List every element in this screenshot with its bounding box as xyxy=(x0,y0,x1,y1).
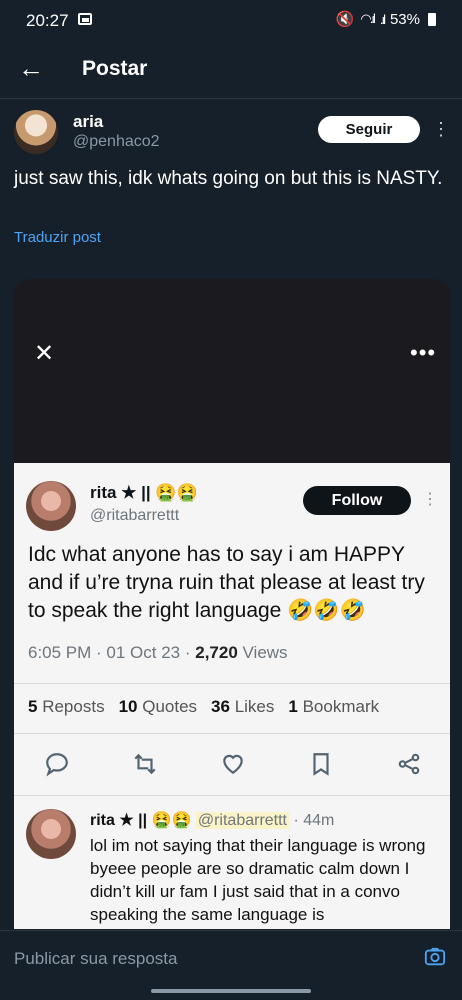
gesture-bar xyxy=(151,989,311,993)
embedded-action-row xyxy=(44,751,422,777)
system-icons: 🔇 ◠.ıl .ıl 53% xyxy=(336,10,436,28)
status-bar: 20:27 🔇 ◠.ıl .ıl 53% xyxy=(0,0,462,44)
reply-input[interactable]: Publicar sua resposta xyxy=(14,949,177,969)
stat-reposts: 5 Reposts xyxy=(28,697,105,716)
reply-icon xyxy=(44,751,70,777)
close-icon[interactable]: ✕ xyxy=(34,342,54,366)
battery-text: 53% xyxy=(389,10,420,28)
wifi-icon: ◠.ıl xyxy=(360,11,376,26)
embedded-tweet-text: Idc what anyone has to say i am HAPPY an… xyxy=(28,543,425,622)
post-text: just saw this, idk whats going on but th… xyxy=(14,168,443,189)
stat-bookmarks: 1 Bookmark xyxy=(288,697,380,716)
stat-quotes: 10 Quotes xyxy=(118,697,198,716)
embedded-avatar xyxy=(26,481,76,531)
embedded-screenshot[interactable]: rita ★ || 🤮🤮 @ritabarrettt Follow ⋮ Idc … xyxy=(14,463,450,929)
bookmark-icon xyxy=(308,751,334,777)
camera-icon[interactable] xyxy=(424,946,446,968)
like-icon xyxy=(220,751,246,777)
more-options-icon[interactable]: ⋮ xyxy=(432,115,450,143)
author-handle[interactable]: @penhaco2 xyxy=(73,133,160,151)
reply-text: lol im not saying that their language is… xyxy=(90,836,426,924)
status-time: 20:27 xyxy=(26,11,69,30)
battery-icon xyxy=(428,12,436,26)
embedded-author-name: rita ★ || 🤮🤮 xyxy=(90,483,198,502)
back-arrow-icon[interactable]: ← xyxy=(18,54,44,82)
mute-icon: 🔇 xyxy=(335,11,355,28)
stat-likes: 36 Likes xyxy=(211,697,275,716)
divider xyxy=(14,683,450,684)
author-name[interactable]: aria xyxy=(73,112,103,132)
image-notification-icon xyxy=(78,13,92,25)
author-avatar[interactable] xyxy=(14,110,58,154)
divider xyxy=(14,795,450,796)
follow-button[interactable]: Seguir xyxy=(318,116,420,143)
reply-avatar xyxy=(26,809,76,859)
top-bar: ← Postar xyxy=(0,44,462,99)
embedded-follow-button: Follow xyxy=(303,486,411,515)
divider xyxy=(14,733,450,734)
embedded-author-handle: @ritabarrettt xyxy=(90,507,180,524)
page-title: Postar xyxy=(82,57,148,80)
embedded-timestamp: 6:05 PM · 01 Oct 23 · 2,720 Views xyxy=(28,643,288,662)
share-icon xyxy=(396,751,422,777)
signal-icon: .ıl xyxy=(379,11,386,27)
reply-header: rita ★ || 🤮🤮 @ritabarrettt · 44m xyxy=(90,812,335,829)
media-more-icon[interactable]: ••• xyxy=(410,342,436,364)
embedded-stats: 5 Reposts 10 Quotes 36 Likes 1 Bookmark xyxy=(28,697,379,717)
reply-bar: Publicar sua resposta xyxy=(0,930,462,987)
repost-icon xyxy=(132,751,158,777)
embedded-more-icon: ⋮ xyxy=(422,491,438,508)
translate-post-link[interactable]: Traduzir post xyxy=(14,229,101,246)
